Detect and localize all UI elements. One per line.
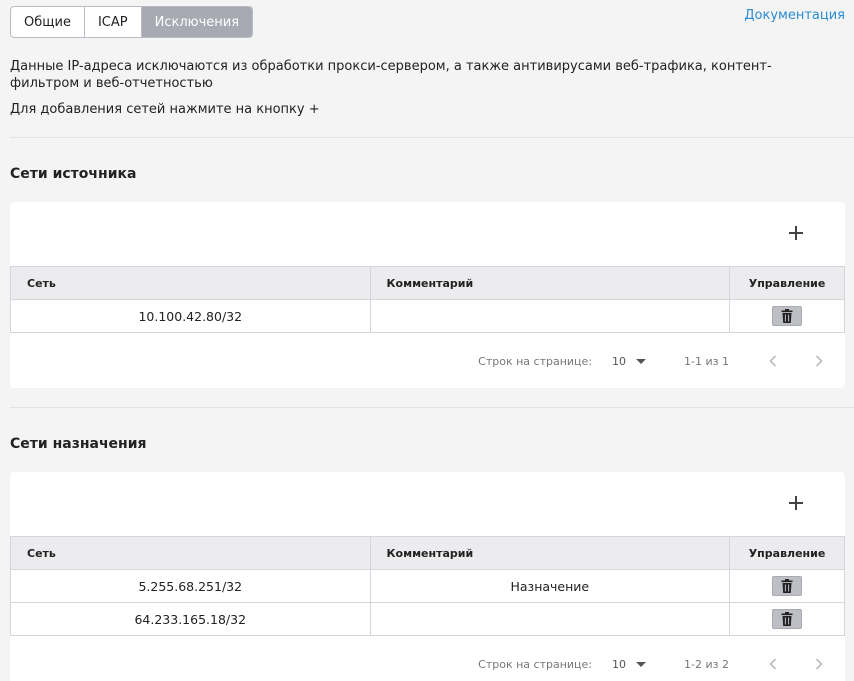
rows-per-page-select[interactable]: 10 xyxy=(612,354,647,368)
column-network[interactable]: Сеть xyxy=(10,266,371,300)
prev-page-button[interactable] xyxy=(761,652,785,676)
tab-group: Общие ICAP Исключения xyxy=(10,6,254,38)
destination-networks-table: Сеть Комментарий Управление 5.255.68.251… xyxy=(10,536,845,636)
page-range: 1-2 из 2 xyxy=(684,657,729,671)
column-control: Управление xyxy=(729,266,845,300)
trash-icon xyxy=(781,612,793,626)
comment-cell xyxy=(369,299,731,333)
chevron-left-icon xyxy=(769,355,777,367)
trash-icon xyxy=(781,579,793,593)
delete-button[interactable] xyxy=(772,576,803,596)
add-source-network-button[interactable] xyxy=(785,222,807,244)
source-networks-table: Сеть Комментарий Управление 10.100.42.80… xyxy=(10,266,845,333)
pagination: Строк на странице: 10 1-2 из 2 xyxy=(478,652,845,676)
table-row[interactable]: 64.233.165.18/32 xyxy=(10,602,845,636)
tab-icap[interactable]: ICAP xyxy=(85,7,142,37)
rows-per-page-value: 10 xyxy=(612,657,627,671)
delete-button[interactable] xyxy=(772,306,803,326)
page-range: 1-1 из 1 xyxy=(684,354,729,368)
network-cell: 64.233.165.18/32 xyxy=(10,602,371,636)
table-header: Сеть Комментарий Управление xyxy=(10,536,845,570)
column-network[interactable]: Сеть xyxy=(10,536,371,570)
chevron-right-icon xyxy=(815,355,823,367)
destination-networks-title: Сети назначения xyxy=(10,436,147,452)
control-cell xyxy=(729,299,845,333)
table-header: Сеть Комментарий Управление xyxy=(10,266,845,300)
next-page-button[interactable] xyxy=(807,652,831,676)
description-text: Данные IP-адреса исключаются из обработк… xyxy=(10,59,772,91)
rows-per-page-value: 10 xyxy=(612,354,627,368)
column-control: Управление xyxy=(729,536,845,570)
divider xyxy=(10,137,854,138)
source-networks-card: Сеть Комментарий Управление 10.100.42.80… xyxy=(10,202,845,388)
destination-networks-card: Сеть Комментарий Управление 5.255.68.251… xyxy=(10,472,845,681)
comment-cell: Назначение xyxy=(369,569,731,603)
source-networks-title: Сети источника xyxy=(10,166,137,182)
table-row[interactable]: 5.255.68.251/32 Назначение xyxy=(10,569,845,603)
rows-per-page-select[interactable]: 10 xyxy=(612,657,647,671)
prev-page-button[interactable] xyxy=(761,349,785,373)
column-comment[interactable]: Комментарий xyxy=(369,536,731,570)
network-cell: 5.255.68.251/32 xyxy=(10,569,371,603)
tab-general[interactable]: Общие xyxy=(11,7,85,37)
control-cell xyxy=(729,569,845,603)
tab-exclusions[interactable]: Исключения xyxy=(141,7,253,37)
table-row[interactable]: 10.100.42.80/32 xyxy=(10,299,845,333)
comment-cell xyxy=(369,602,731,636)
network-cell: 10.100.42.80/32 xyxy=(10,299,371,333)
caret-down-icon xyxy=(636,661,647,667)
trash-icon xyxy=(781,309,793,323)
chevron-left-icon xyxy=(769,658,777,670)
delete-button[interactable] xyxy=(772,609,803,629)
next-page-button[interactable] xyxy=(807,349,831,373)
divider xyxy=(10,407,854,408)
column-comment[interactable]: Комментарий xyxy=(369,266,731,300)
control-cell xyxy=(729,602,845,636)
add-destination-network-button[interactable] xyxy=(785,492,807,514)
rows-per-page-label: Строк на странице: xyxy=(478,354,593,368)
caret-down-icon xyxy=(636,358,647,364)
pagination: Строк на странице: 10 1-1 из 1 xyxy=(478,349,845,373)
chevron-right-icon xyxy=(815,658,823,670)
hint-text: Для добавления сетей нажмите на кнопку + xyxy=(10,102,320,117)
rows-per-page-label: Строк на странице: xyxy=(478,657,593,671)
documentation-link[interactable]: Документация xyxy=(744,8,845,23)
